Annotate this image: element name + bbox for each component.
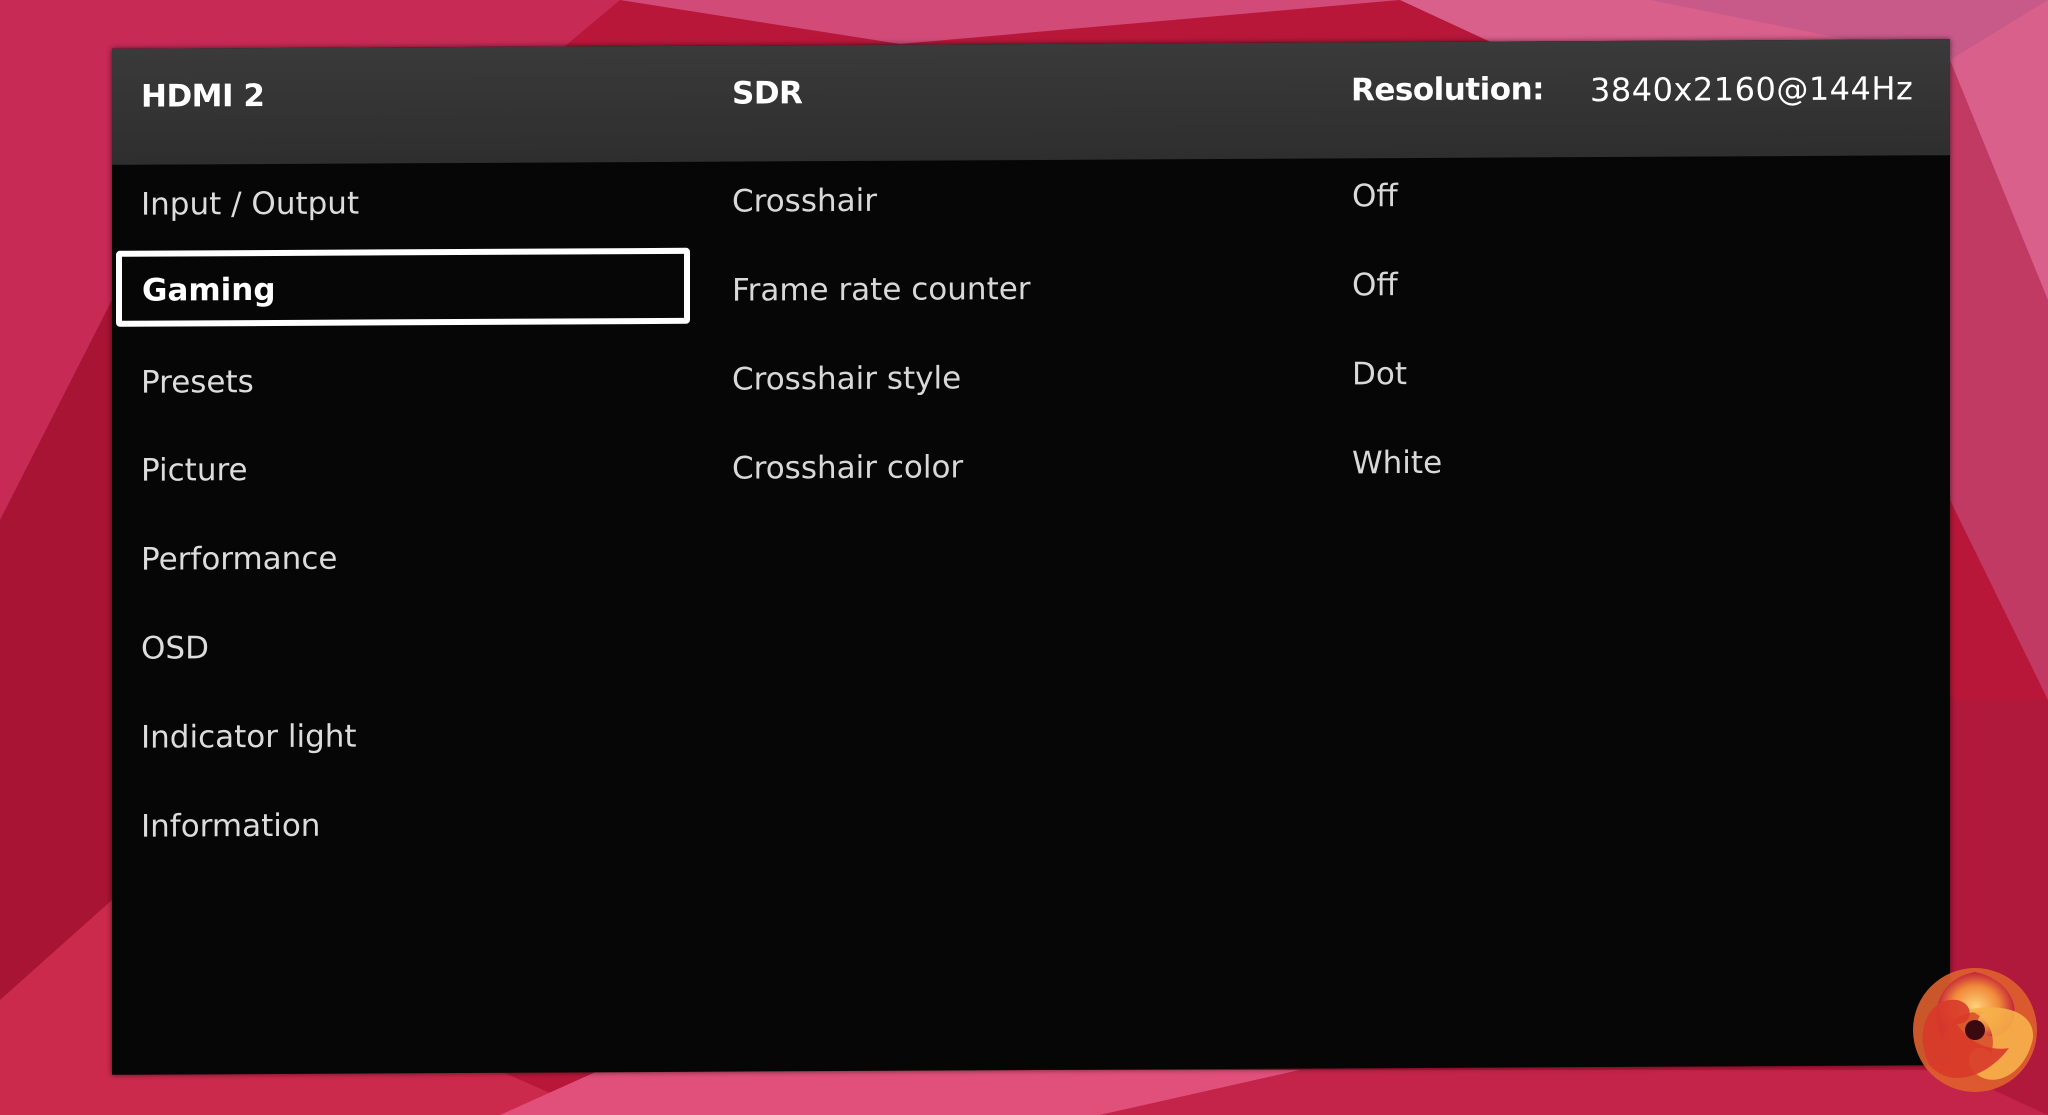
option-frame-rate-counter-value[interactable]: Off: [1352, 267, 1398, 303]
nav-item-indicator-light[interactable]: Indicator light: [141, 719, 357, 756]
option-crosshair-color[interactable]: Crosshair color: [732, 449, 963, 486]
nav-item-presets[interactable]: Presets: [141, 364, 254, 401]
option-crosshair-style-value[interactable]: Dot: [1352, 356, 1407, 392]
option-crosshair-color-value[interactable]: White: [1352, 445, 1442, 481]
resolution-value: 3840x2160@144Hz: [1590, 69, 1914, 110]
osd-header: HDMI 2 SDR Resolution: 3840x2160@144Hz: [112, 39, 1950, 165]
nav-item-performance[interactable]: Performance: [141, 541, 337, 578]
input-source-label: HDMI 2: [141, 78, 265, 115]
osd-menu: HDMI 2 SDR Resolution: 3840x2160@144Hz I…: [112, 39, 1950, 1075]
dynamic-range-label: SDR: [732, 75, 803, 112]
nav-item-gaming-label: Gaming: [142, 271, 276, 309]
option-crosshair-value[interactable]: Off: [1352, 178, 1398, 214]
nav-item-input-output[interactable]: Input / Output: [141, 186, 359, 223]
option-frame-rate-counter[interactable]: Frame rate counter: [732, 271, 1031, 309]
nav-item-gaming[interactable]: Gaming: [116, 247, 690, 327]
swirl-logo-icon: [1913, 968, 2037, 1092]
nav-item-picture[interactable]: Picture: [141, 452, 248, 489]
option-crosshair[interactable]: Crosshair: [732, 183, 877, 220]
nav-item-information[interactable]: Information: [141, 808, 320, 845]
resolution-label: Resolution:: [1351, 71, 1545, 109]
option-crosshair-style[interactable]: Crosshair style: [732, 360, 961, 397]
nav-item-osd[interactable]: OSD: [141, 630, 209, 666]
